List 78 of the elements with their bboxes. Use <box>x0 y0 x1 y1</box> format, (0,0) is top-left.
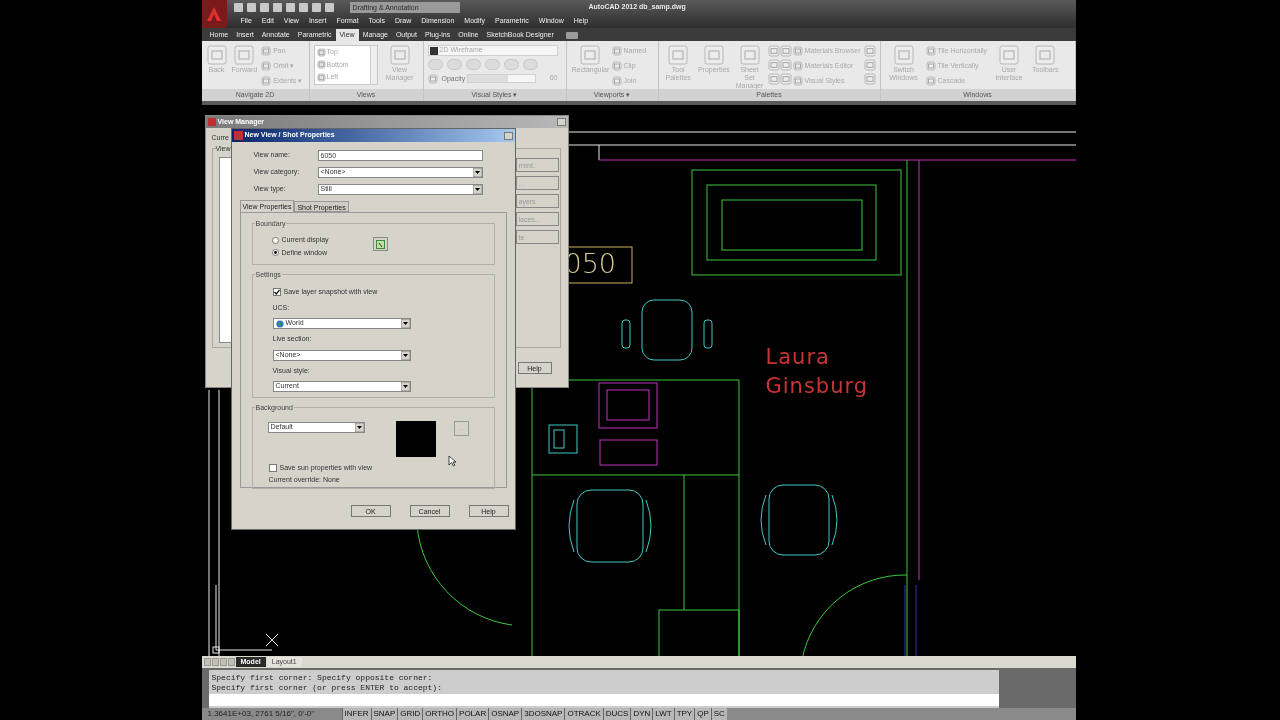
coordinates-readout: 1.3641E+03, 2761 5/16", 0'-0" <box>206 708 316 720</box>
tool-icon <box>779 73 792 85</box>
tool-icon <box>925 76 936 86</box>
tool-icon <box>999 45 1020 65</box>
status-toggle[interactable]: GRID <box>397 708 423 720</box>
wireframe-icon <box>429 46 438 55</box>
tool-icon <box>863 59 876 71</box>
tool-icon <box>739 45 760 65</box>
tool-icon <box>206 45 227 65</box>
tool-icon <box>261 61 272 71</box>
status-toggle[interactable]: DYN <box>630 708 653 720</box>
tool-icon <box>261 46 272 56</box>
status-toggle[interactable]: OTRACK <box>564 708 603 720</box>
command-input[interactable] <box>208 694 999 706</box>
command-line-text: Specify first corner: Specify opposite corner: <box>211 673 434 683</box>
radio-button[interactable] <box>271 236 279 244</box>
checkbox[interactable] <box>268 464 277 473</box>
status-toggle[interactable]: INFER <box>341 708 371 720</box>
tool-icon <box>316 73 326 83</box>
tool-icon <box>389 45 410 65</box>
pick-window-button[interactable] <box>372 237 388 251</box>
status-toggle[interactable]: 3DOSNAP <box>521 708 565 720</box>
tool-icon <box>792 61 803 71</box>
mouse-pointer-icon <box>447 455 456 467</box>
status-toggle[interactable]: POLAR <box>456 708 489 720</box>
tool-icon <box>792 46 803 56</box>
tool-icon <box>703 45 724 65</box>
status-toggle[interactable]: ORTHO <box>422 708 457 720</box>
tool-icon <box>779 45 792 57</box>
minimize-ribbon-icon[interactable] <box>565 32 578 39</box>
status-toggle[interactable]: QP <box>694 708 711 720</box>
views-tree[interactable] <box>218 156 233 343</box>
tool-icon <box>863 73 876 85</box>
tool-icon <box>925 46 936 56</box>
tool-icon <box>316 60 326 70</box>
window-select-icon <box>375 239 385 249</box>
tool-icon <box>893 45 914 65</box>
status-toggle[interactable]: DUCS <box>602 708 631 720</box>
dropdown-arrow-icon <box>400 319 410 328</box>
dropdown-arrow-icon <box>400 382 410 391</box>
tool-icon <box>234 45 255 65</box>
close-button[interactable] <box>503 131 513 140</box>
scroll-bar[interactable] <box>369 46 377 84</box>
triangle-logo-icon <box>205 5 223 23</box>
tool-icon <box>1035 45 1056 65</box>
application-menu-button[interactable] <box>201 0 227 28</box>
command-line-text: Specify first corner (or press ENTER to accept): <box>211 683 443 693</box>
tool-icon <box>579 45 600 65</box>
tool-icon <box>863 45 876 57</box>
app-icon <box>233 131 243 140</box>
tool-icon <box>925 61 936 71</box>
radio-button[interactable] <box>271 249 279 257</box>
checkbox[interactable] <box>272 288 281 297</box>
dropdown-arrow-icon <box>472 185 482 194</box>
close-button[interactable] <box>556 118 566 126</box>
tool-icon <box>668 45 689 65</box>
dropdown-arrow-icon <box>472 168 482 177</box>
tool-icon <box>611 76 622 86</box>
tool-icon <box>779 59 792 71</box>
status-toggle[interactable]: OSNAP <box>488 708 522 720</box>
tool-icon <box>768 59 781 71</box>
app-icon <box>207 118 216 126</box>
status-toggle[interactable]: SNAP <box>370 708 398 720</box>
status-toggle[interactable]: LWT <box>652 708 674 720</box>
status-toggle[interactable]: TPY <box>673 708 695 720</box>
occupant-label: Laura Ginsburg <box>765 344 870 400</box>
dropdown-arrow-icon <box>354 423 364 432</box>
tool-icon <box>316 47 326 57</box>
tool-icon <box>261 76 272 86</box>
tool-icon <box>611 46 622 56</box>
tool-icon <box>611 61 622 71</box>
tool-icon <box>768 45 781 57</box>
globe-icon <box>275 319 284 328</box>
tool-icon <box>427 73 438 84</box>
tool-icon <box>792 76 803 86</box>
tool-icon <box>768 73 781 85</box>
dropdown-arrow-icon <box>400 350 410 360</box>
opacity-slider[interactable] <box>467 74 536 83</box>
